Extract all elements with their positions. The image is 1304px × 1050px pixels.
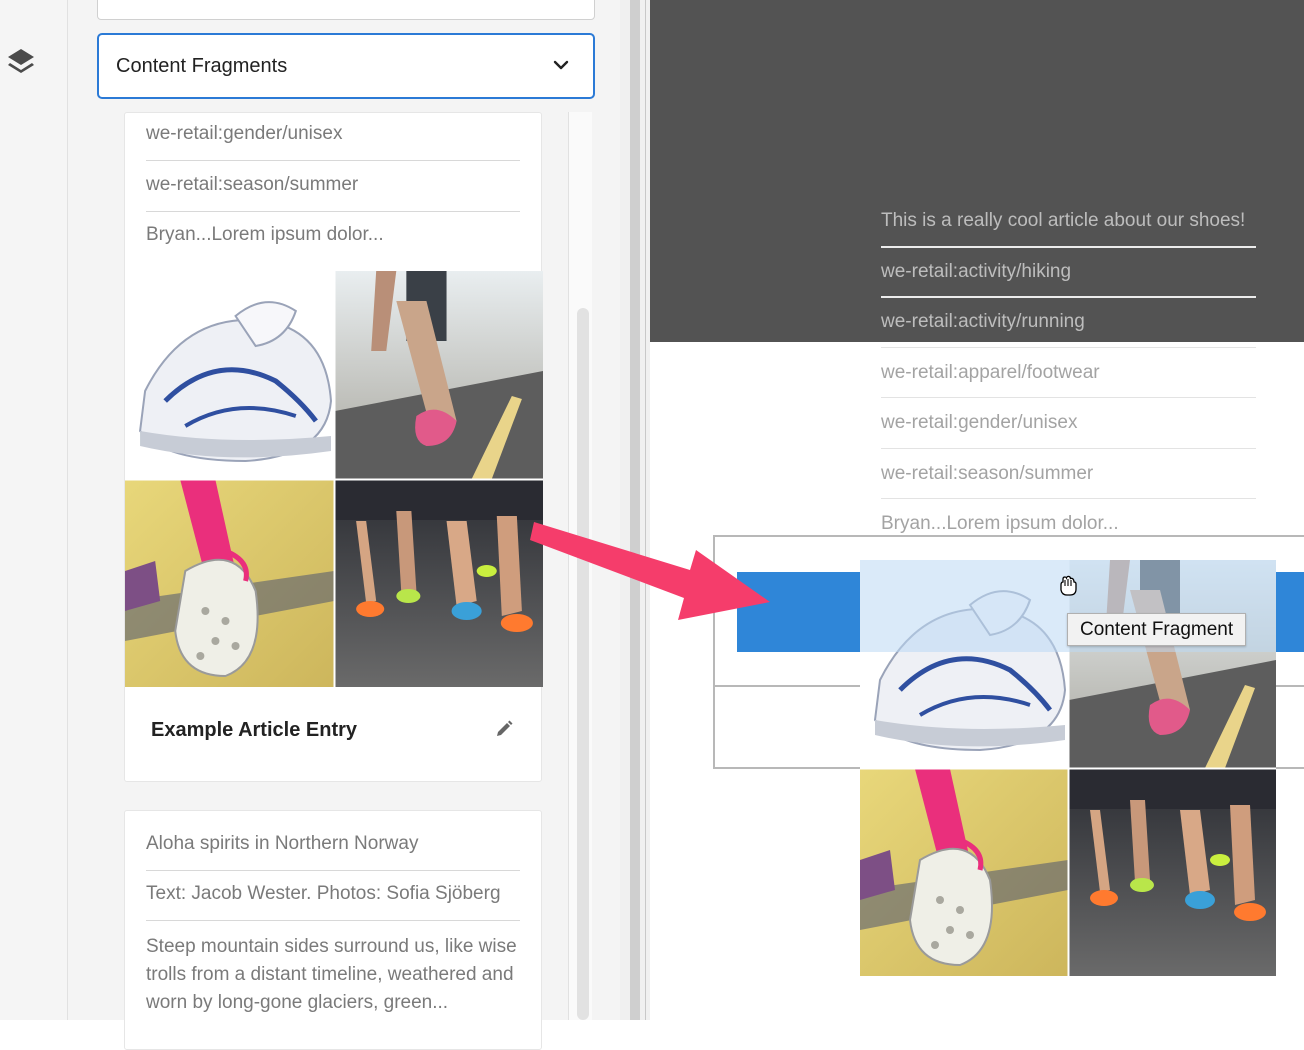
divider bbox=[881, 296, 1256, 298]
divider bbox=[881, 347, 1256, 348]
layers-icon[interactable] bbox=[6, 46, 36, 82]
page-text-line: Bryan...Lorem ipsum dolor... bbox=[881, 513, 1119, 534]
divider bbox=[881, 448, 1256, 449]
card-meta-line: Steep mountain sides surround us, like w… bbox=[146, 936, 517, 1013]
page-text-line: This is a really cool article about our … bbox=[881, 210, 1246, 231]
pencil-icon[interactable] bbox=[494, 719, 514, 739]
asset-type-select-value: Content Fragments bbox=[116, 55, 288, 77]
chevron-down-icon bbox=[553, 60, 569, 70]
divider bbox=[146, 920, 520, 921]
previous-input-field[interactable] bbox=[97, 0, 595, 20]
page-text-line: we-retail:season/summer bbox=[881, 463, 1094, 484]
card-meta-line: we-retail:season/summer bbox=[146, 174, 359, 195]
page-text-line: we-retail:apparel/footwear bbox=[881, 362, 1100, 383]
panel-scrollbar[interactable] bbox=[577, 308, 589, 1020]
divider bbox=[146, 160, 520, 161]
card-meta-line: Text: Jacob Wester. Photos: Sofia Sjöber… bbox=[146, 883, 501, 904]
left-rail bbox=[0, 0, 68, 1020]
card-meta-line: Aloha spirits in Northern Norway bbox=[146, 833, 419, 854]
card-meta-line: Bryan...Lorem ipsum dolor... bbox=[146, 224, 384, 245]
page-text-line: we-retail:activity/running bbox=[881, 311, 1085, 332]
card-title: Example Article Entry bbox=[151, 719, 358, 741]
page-text-line: we-retail:gender/unisex bbox=[881, 412, 1078, 433]
drag-tooltip: Content Fragment bbox=[1067, 613, 1247, 646]
divider bbox=[881, 498, 1256, 499]
divider bbox=[146, 870, 520, 871]
divider bbox=[146, 211, 520, 212]
drop-target-highlight bbox=[1276, 572, 1304, 652]
card-meta-line: we-retail:gender/unisex bbox=[146, 123, 343, 144]
arrow-right-icon bbox=[530, 522, 770, 620]
page-hero bbox=[650, 0, 1304, 342]
divider bbox=[881, 397, 1256, 398]
page-text-line: we-retail:activity/hiking bbox=[881, 261, 1072, 282]
grab-hand-icon bbox=[1060, 575, 1077, 596]
card-thumbnail-grid bbox=[125, 271, 543, 687]
asset-type-select[interactable]: Content Fragments bbox=[97, 33, 595, 99]
content-fragment-card[interactable]: we-retail:gender/unisex we-retail:season… bbox=[124, 112, 542, 782]
divider bbox=[881, 246, 1256, 248]
content-fragment-card[interactable]: Aloha spirits in Northern Norway Text: J… bbox=[124, 810, 542, 1050]
